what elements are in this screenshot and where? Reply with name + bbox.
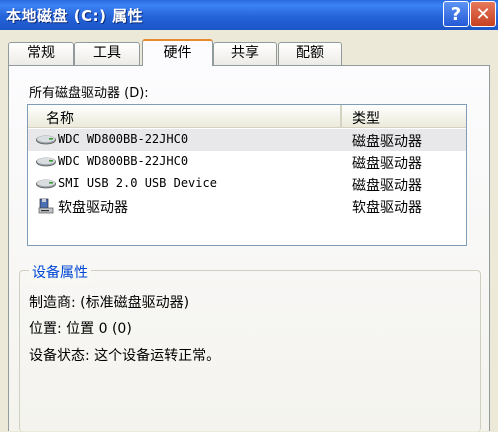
hardware-panel: 所有磁盘驱动器 (D): 名称 类型 WDC WD800BB-22JHC0 磁盘…: [8, 65, 490, 432]
device-row[interactable]: 软盘驱动器 软盘驱动器: [28, 195, 466, 217]
device-properties-title: 设备属性: [29, 262, 91, 282]
device-row[interactable]: WDC WD800BB-22JHC0 磁盘驱动器: [28, 151, 466, 173]
tab-quota[interactable]: 配额: [278, 42, 342, 65]
hard-disk-icon: [36, 179, 56, 189]
hard-disk-icon: [36, 135, 56, 145]
list-header: 名称 类型: [28, 105, 466, 128]
location-text: 位置: 位置 0 (0): [29, 321, 132, 337]
device-name: 软盘驱动器: [58, 200, 128, 216]
device-type: 磁盘驱动器: [352, 134, 422, 150]
disk-list-label: 所有磁盘驱动器 (D):: [29, 86, 149, 101]
device-row[interactable]: SMI USB 2.0 USB Device 磁盘驱动器: [28, 173, 466, 195]
device-name: WDC WD800BB-22JHC0: [58, 154, 189, 168]
device-type: 磁盘驱动器: [352, 156, 422, 172]
tab-sharing[interactable]: 共享: [213, 42, 277, 65]
tab-tools[interactable]: 工具: [74, 42, 140, 65]
tab-general[interactable]: 常规: [8, 42, 74, 65]
column-name-label: 名称: [46, 111, 74, 127]
device-type: 磁盘驱动器: [352, 178, 422, 194]
manufacturer-text: 制造商: (标准磁盘驱动器): [29, 295, 190, 311]
device-row[interactable]: WDC WD800BB-22JHC0 磁盘驱动器: [28, 129, 466, 151]
column-header-name[interactable]: 名称: [28, 105, 342, 127]
device-name: WDC WD800BB-22JHC0: [58, 132, 189, 146]
tab-hardware[interactable]: 硬件: [142, 39, 213, 66]
window-title: 本地磁盘 (C:) 属性: [6, 7, 144, 25]
hard-disk-icon: [36, 157, 56, 167]
title-bar[interactable]: 本地磁盘 (C:) 属性 ? ✕: [0, 0, 498, 30]
device-type: 软盘驱动器: [352, 200, 422, 216]
help-button[interactable]: ?: [443, 1, 469, 27]
disk-drive-list[interactable]: 名称 类型 WDC WD800BB-22JHC0 磁盘驱动器 WDC WD800…: [27, 104, 467, 246]
device-name: SMI USB 2.0 USB Device: [58, 176, 217, 190]
floppy-drive-icon: [38, 198, 54, 214]
close-button[interactable]: ✕: [470, 1, 496, 27]
device-status-text: 设备状态: 这个设备运转正常。: [29, 348, 221, 364]
column-header-type[interactable]: 类型: [352, 108, 380, 128]
